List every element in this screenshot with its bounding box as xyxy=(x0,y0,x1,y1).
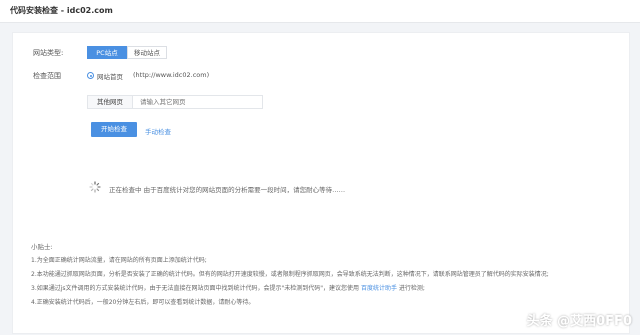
mobile-site-button[interactable]: 移动站点 xyxy=(127,46,167,59)
other-page-input[interactable] xyxy=(140,96,260,108)
checking-status-text: 正在检查中 由于百度统计对您的网站页面的分析需要一段时间，请您耐心等待…… xyxy=(109,186,346,194)
start-check-button[interactable]: 开始检查 xyxy=(91,122,137,137)
homepage-radio[interactable] xyxy=(87,72,94,79)
scope-label: 检查范围 xyxy=(33,72,61,80)
tip-item-1: 1.为全面正确统计网站流量，请在网站的所有页面上添加统计代码; xyxy=(31,257,207,264)
tip-item-4: 4.正确安装统计代码后，一般20分钟左右后，即可以查看到统计数据，请耐心等待。 xyxy=(31,299,255,306)
tip-item-3-suffix: 进行检测; xyxy=(398,285,425,292)
other-page-label: 其他网页 xyxy=(88,96,133,108)
tip-item-3: 3.如果通过js文件调用的方式安装统计代码，由于无法直接在网站页面中找到统计代码… xyxy=(31,283,425,292)
tip-item-3-text: 3.如果通过js文件调用的方式安装统计代码，由于无法直接在网站页面中找到统计代码… xyxy=(31,285,360,292)
page-title: 代码安装检查 - idc02.com xyxy=(10,6,113,15)
tip-item-2: 2.本功能通过抓取网站页面，分析是否安装了正确的统计代码。但有的网站打开速度较慢… xyxy=(31,271,549,278)
baidu-assistant-link[interactable]: 百度统计助手 xyxy=(361,285,397,292)
check-panel: 网站类型: PC站点 移动站点 检查范围 网站首页 (http://www.id… xyxy=(12,32,630,334)
pc-site-button[interactable]: PC站点 xyxy=(87,46,127,59)
watermark: 头条 @艾西0FF0 xyxy=(526,314,632,329)
top-bar: 代码安装检查 - idc02.com xyxy=(0,0,640,23)
other-page-field: 其他网页 xyxy=(87,95,263,109)
loading-spinner-icon xyxy=(89,181,101,193)
homepage-label: 网站首页 xyxy=(97,73,123,81)
homepage-url: (http://www.idc02.com) xyxy=(133,71,210,79)
manual-check-link[interactable]: 手动检查 xyxy=(145,126,171,136)
site-type-label: 网站类型: xyxy=(33,49,64,57)
tips-title: 小贴士: xyxy=(31,243,53,251)
